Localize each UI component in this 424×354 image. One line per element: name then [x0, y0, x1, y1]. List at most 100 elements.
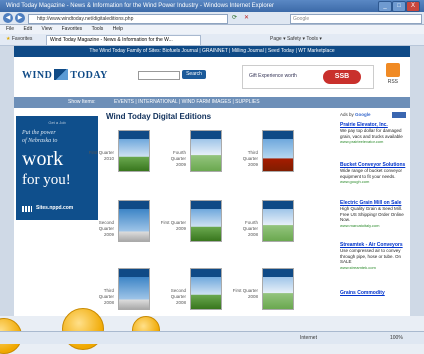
- minimize-button[interactable]: _: [378, 1, 392, 12]
- address-bar: ◀ ▶ http://www.windtoday.net/digitaledit…: [0, 12, 424, 25]
- google-ad[interactable]: Streamtek - Air Conveyors Use compressed …: [340, 242, 410, 270]
- google-ads-column: Ads by Google Prairie Elevator, Inc. We p…: [340, 112, 410, 316]
- nppd-ad-site: Sites.nppd.com: [36, 205, 74, 211]
- edition-item[interactable]: First Quarter 2008: [232, 266, 294, 316]
- site-search-button[interactable]: Search: [182, 70, 206, 79]
- favorites-button[interactable]: ★ Favorites: [6, 34, 32, 45]
- edition-item[interactable]: Second Quarter 2009: [88, 198, 150, 266]
- rss-icon[interactable]: [386, 63, 400, 77]
- google-ad[interactable]: Bucket Conveyor Solutions Wide range of b…: [340, 162, 410, 184]
- subnav-label: Show Items:: [68, 99, 96, 105]
- logo-text-right: TODAY: [70, 70, 108, 81]
- menu-tools[interactable]: Tools: [92, 26, 104, 32]
- zoom-level[interactable]: 100%: [390, 332, 403, 344]
- nppd-ad-line3: work: [22, 148, 64, 170]
- editions-heading: Wind Today Digital Editions: [106, 112, 212, 121]
- edition-label: Fourth Quarter 2008: [242, 220, 258, 237]
- browser-tab[interactable]: Wind Today Magazine - News & Information…: [46, 35, 201, 45]
- ad-banner-text: Gift Experience worth: [249, 73, 297, 79]
- nppd-ad-line2: of Nebraska to: [22, 138, 58, 144]
- nppd-logo-icon: [22, 206, 32, 212]
- ads-by-google[interactable]: Ads by Google: [340, 112, 371, 117]
- menu-edit[interactable]: Edit: [23, 26, 32, 32]
- favorites-bar: ★ Favorites Wind Today Magazine - News &…: [0, 34, 424, 46]
- nppd-ad-line1: Put the power: [22, 130, 56, 136]
- edition-label: First Quarter 2010: [88, 150, 114, 161]
- site-logo[interactable]: WIND TODAY: [22, 69, 108, 81]
- edition-label: Third Quarter 2009: [242, 150, 258, 167]
- edition-label: First Quarter 2008: [232, 288, 258, 299]
- edition-label: Second Quarter 2009: [98, 220, 114, 237]
- url-field[interactable]: http://www.windtoday.net/digitaleditions…: [28, 14, 228, 24]
- star-icon: ★: [6, 36, 11, 42]
- menu-help[interactable]: Help: [113, 26, 123, 32]
- ad-banner-logo: SSB: [323, 70, 361, 84]
- search-input[interactable]: Google: [290, 14, 422, 24]
- maximize-button[interactable]: □: [392, 1, 406, 12]
- edition-cover-image[interactable]: [118, 200, 150, 242]
- menu-view[interactable]: View: [41, 26, 52, 32]
- nppd-ad-line4: for you!: [22, 172, 71, 188]
- edition-cover-image[interactable]: [262, 200, 294, 242]
- google-ad-title[interactable]: Grains Commodity: [340, 290, 410, 296]
- menu-favorites[interactable]: Favorites: [62, 26, 83, 32]
- menu-bar: File Edit View Favorites Tools Help: [0, 25, 424, 34]
- security-zone: Internet: [300, 335, 317, 341]
- logo-text-left: WIND: [22, 70, 53, 81]
- status-bar: Internet 100%: [0, 331, 424, 344]
- google-label: Google: [355, 112, 371, 117]
- google-ad[interactable]: Grains Commodity: [340, 290, 410, 296]
- edition-cover-image[interactable]: [262, 130, 294, 172]
- google-ad[interactable]: Electric Grain Mill on Sale High Quality …: [340, 200, 410, 228]
- google-ad-url: www.streamtek.com: [340, 264, 376, 270]
- command-bar[interactable]: Page ▾ Safety ▾ Tools ▾: [270, 34, 322, 45]
- edition-cover-image[interactable]: [190, 130, 222, 172]
- edition-item[interactable]: Fourth Quarter 2009: [160, 128, 222, 196]
- edition-label: Fourth Quarter 2009: [170, 150, 186, 167]
- header-ad-banner[interactable]: Gift Experience worth SSB: [242, 65, 374, 89]
- edition-cover-image[interactable]: [118, 268, 150, 310]
- google-ad-url: www.gough.com: [340, 179, 370, 184]
- family-of-sites-nav[interactable]: The Wind Today Family of Sites: Biofuels…: [14, 46, 410, 57]
- edition-item[interactable]: Third Quarter 2009: [232, 128, 294, 196]
- google-ad-url: www.marcatoitaly.com: [340, 222, 380, 228]
- window-titlebar: Wind Today Magazine - News & Information…: [0, 0, 424, 12]
- google-ad-url: www.prairieelevator.com: [340, 139, 384, 144]
- forward-icon[interactable]: ▶: [15, 13, 25, 23]
- menu-file[interactable]: File: [6, 26, 14, 32]
- edition-cover-image[interactable]: [190, 200, 222, 242]
- edition-label: First Quarter 2009: [160, 220, 186, 231]
- refresh-icon[interactable]: ⟳: [232, 14, 237, 21]
- rss-label: RSS: [387, 79, 398, 85]
- edition-item[interactable]: First Quarter 2010: [88, 128, 150, 196]
- site-search-input[interactable]: [138, 71, 180, 80]
- edition-item[interactable]: Third Quarter 2008: [88, 266, 150, 316]
- google-ad[interactable]: Prairie Elevator, Inc. We pay top dollar …: [340, 122, 410, 144]
- edition-item[interactable]: Fourth Quarter 2008: [232, 198, 294, 266]
- close-button[interactable]: X: [406, 1, 420, 12]
- edition-item[interactable]: First Quarter 2009: [160, 198, 222, 266]
- sub-navigation: Show Items: EVENTS | INTERNATIONAL | WIN…: [14, 97, 410, 108]
- back-icon[interactable]: ◀: [3, 13, 13, 23]
- web-page: The Wind Today Family of Sites: Biofuels…: [0, 46, 424, 316]
- ad-nav-arrows-icon[interactable]: [392, 112, 406, 118]
- nppd-ad-small: Get a Job: [48, 120, 66, 125]
- window-title: Wind Today Magazine - News & Information…: [6, 3, 274, 9]
- edition-item[interactable]: Second Quarter 2008: [160, 266, 222, 316]
- subnav-links[interactable]: EVENTS | INTERNATIONAL | WIND FARM IMAGE…: [114, 97, 260, 108]
- google-ad-body: High Quality Grain & Seed Mill. Free US …: [340, 206, 404, 222]
- main-content: Get a Job Put the power of Nebraska to w…: [14, 108, 410, 316]
- google-ad-body: Use compressed air to convey through pip…: [340, 248, 402, 264]
- google-ad-body: Wide range of bucket conveyor equipment …: [340, 168, 403, 179]
- edition-cover-image[interactable]: [190, 268, 222, 310]
- edition-cover-image[interactable]: [118, 130, 150, 172]
- stop-icon[interactable]: ✕: [244, 14, 249, 21]
- ads-by-label: Ads by: [340, 112, 354, 117]
- edition-label: Second Quarter 2008: [170, 288, 186, 305]
- nppd-ad[interactable]: Get a Job Put the power of Nebraska to w…: [16, 116, 98, 220]
- favorites-label: Favorites: [11, 36, 33, 42]
- logo-mark-icon: [54, 69, 69, 80]
- google-ad-body: We pay top dollar for damaged grain, vac…: [340, 128, 403, 139]
- site-header: WIND TODAY Search Gift Experience worth S…: [14, 57, 410, 97]
- edition-cover-image[interactable]: [262, 268, 294, 310]
